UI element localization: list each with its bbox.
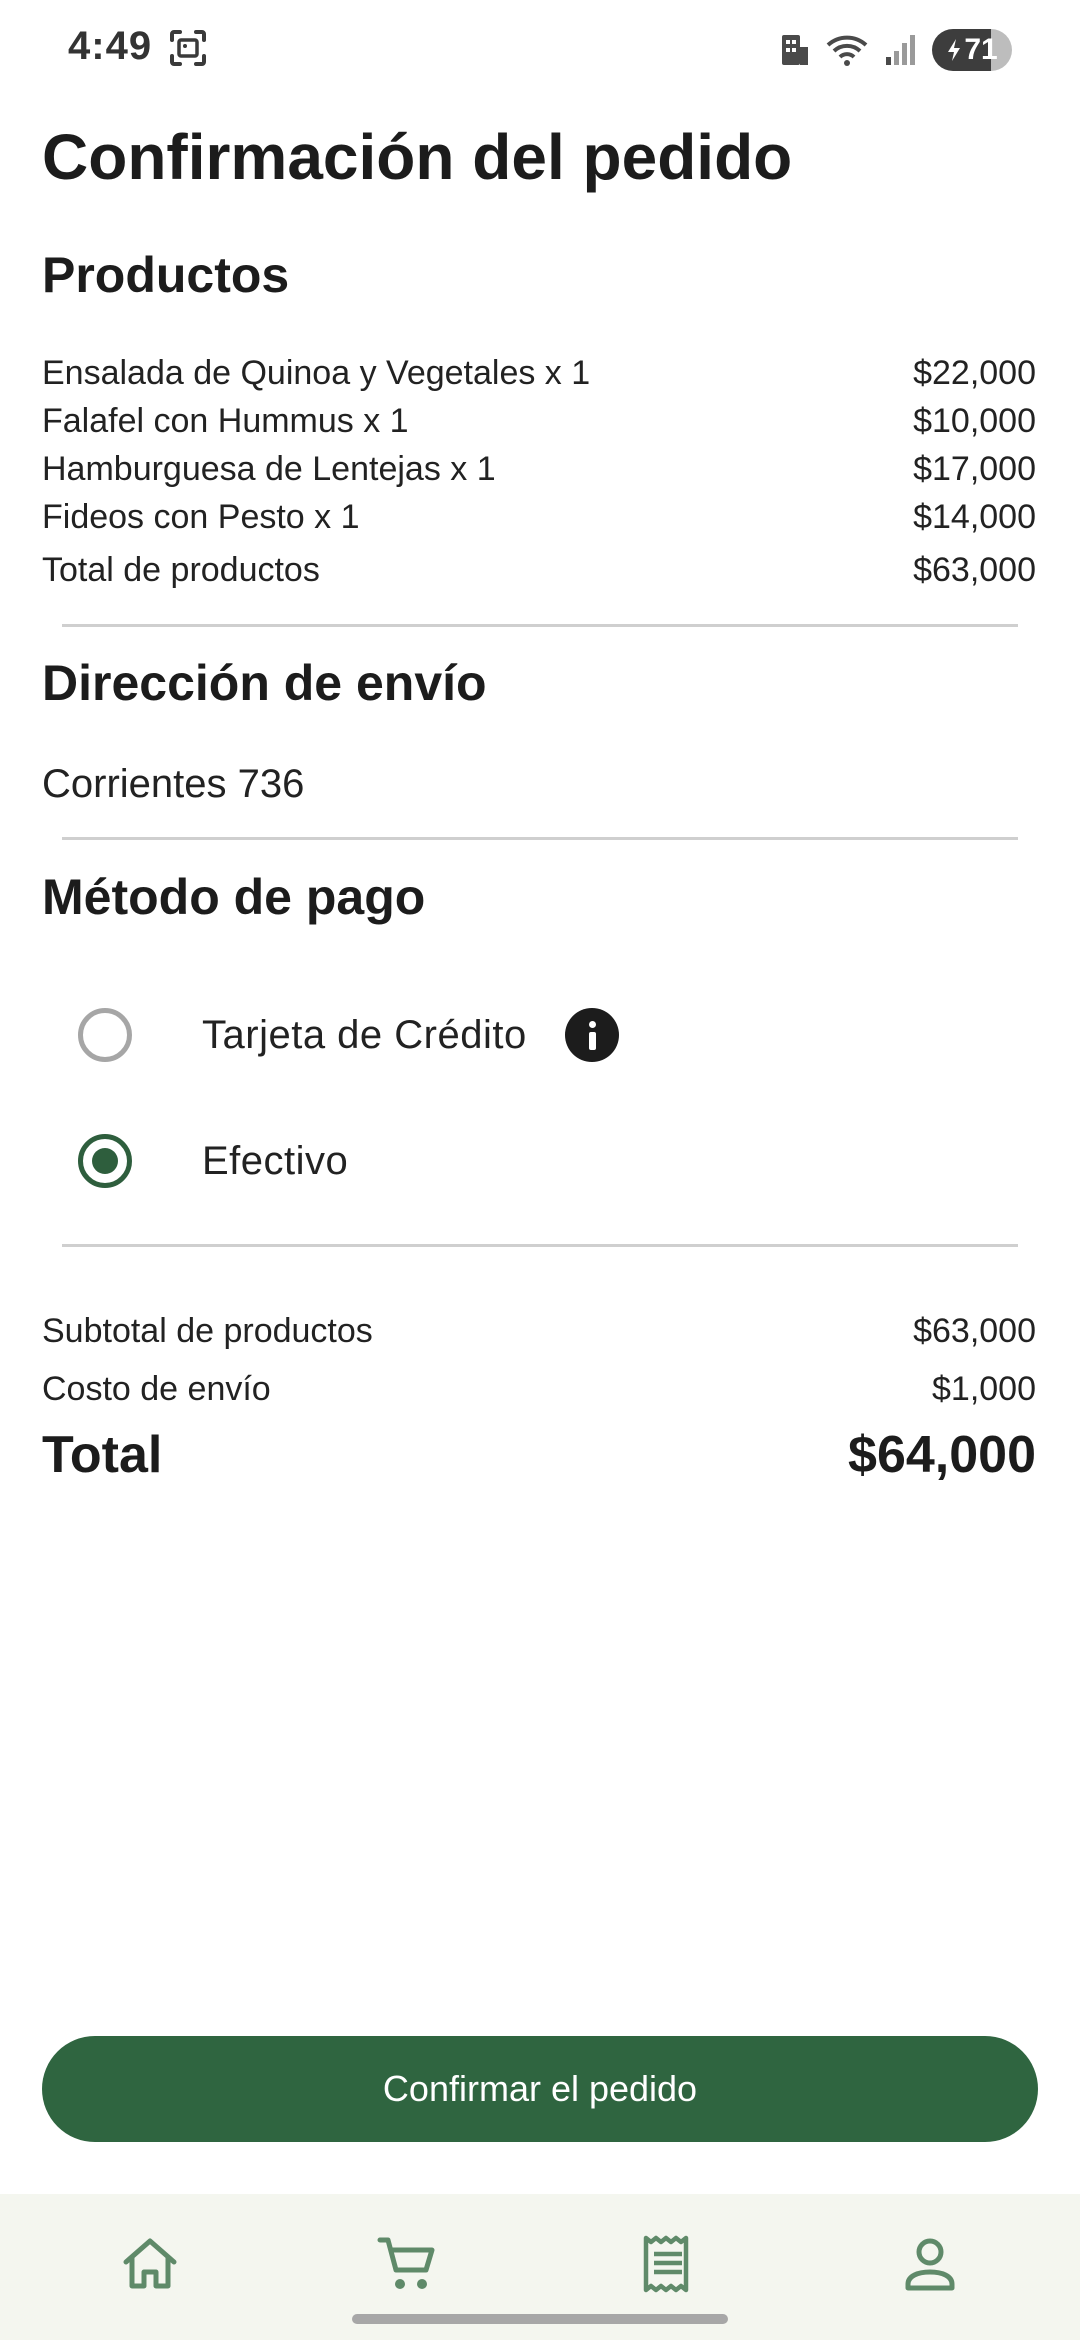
confirm-order-button[interactable]: Confirmar el pedido — [42, 2036, 1038, 2142]
grand-total-row: Total $64,000 — [42, 1425, 1036, 1485]
subtotal-row: Subtotal de productos $63,000 — [42, 1312, 1036, 1351]
grand-total-label: Total — [42, 1426, 163, 1484]
shipping-cost-row: Costo de envío $1,000 — [42, 1370, 1036, 1409]
battery-icon: 71 — [932, 29, 1012, 71]
product-name: Fideos con Pesto x 1 — [42, 498, 360, 536]
status-icons: 71 — [780, 28, 1012, 72]
battery-level: 71 — [964, 33, 998, 66]
product-name: Falafel con Hummus x 1 — [42, 402, 409, 440]
divider — [62, 837, 1018, 840]
products-total-label: Total de productos — [42, 551, 320, 589]
shipping-cost-label: Costo de envío — [42, 1370, 271, 1408]
cart-icon — [377, 2237, 435, 2289]
screenshot-icon — [168, 28, 208, 68]
wifi-icon — [826, 33, 868, 67]
radio-cash[interactable] — [78, 1134, 132, 1188]
product-row: Hamburguesa de Lentejas x 1 $17,000 — [42, 450, 1036, 489]
gesture-bar[interactable] — [352, 2314, 728, 2324]
product-name: Ensalada de Quinoa y Vegetales x 1 — [42, 354, 591, 392]
product-price: $17,000 — [913, 450, 1036, 488]
payment-option-cash[interactable]: Efectivo — [78, 1134, 348, 1188]
products-total-row: Total de productos $63,000 — [42, 551, 1036, 590]
status-time: 4:49 — [68, 24, 153, 68]
nav-profile[interactable] — [898, 2232, 962, 2296]
payment-section-title: Método de pago — [42, 869, 426, 925]
product-row: Fideos con Pesto x 1 $14,000 — [42, 498, 1036, 537]
page-title: Confirmación del pedido — [42, 121, 793, 193]
product-price: $14,000 — [913, 498, 1036, 536]
radio-credit-card[interactable] — [78, 1008, 132, 1062]
payment-option-credit-card[interactable]: Tarjeta de Crédito — [78, 1008, 619, 1062]
product-row: Falafel con Hummus x 1 $10,000 — [42, 402, 1036, 441]
nav-cart[interactable] — [376, 2232, 440, 2296]
signal-icon — [884, 33, 916, 67]
divider — [62, 624, 1018, 627]
product-price: $10,000 — [913, 402, 1036, 440]
divider — [62, 1244, 1018, 1247]
bottom-nav — [0, 2194, 1080, 2340]
grand-total-value: $64,000 — [848, 1426, 1036, 1484]
status-bar: 4:49 71 — [0, 0, 1080, 100]
payment-option-label: Efectivo — [202, 1138, 349, 1183]
receipt-icon — [643, 2235, 689, 2293]
nav-home[interactable] — [118, 2232, 182, 2296]
home-icon — [123, 2238, 177, 2289]
shipping-cost-value: $1,000 — [932, 1370, 1036, 1408]
products-total-value: $63,000 — [913, 551, 1036, 589]
subtotal-value: $63,000 — [913, 1312, 1036, 1350]
profile-icon — [905, 2238, 955, 2291]
info-icon[interactable] — [564, 1008, 619, 1062]
nav-orders[interactable] — [636, 2232, 700, 2296]
product-price: $22,000 — [913, 354, 1036, 392]
product-name: Hamburguesa de Lentejas x 1 — [42, 450, 496, 488]
products-section-title: Productos — [42, 247, 290, 303]
shipping-section-title: Dirección de envío — [42, 655, 487, 711]
building-icon — [780, 33, 810, 67]
product-row: Ensalada de Quinoa y Vegetales x 1 $22,0… — [42, 354, 1036, 393]
payment-option-label: Tarjeta de Crédito — [202, 1012, 527, 1057]
subtotal-label: Subtotal de productos — [42, 1312, 373, 1350]
shipping-address: Corrientes 736 — [42, 762, 305, 806]
